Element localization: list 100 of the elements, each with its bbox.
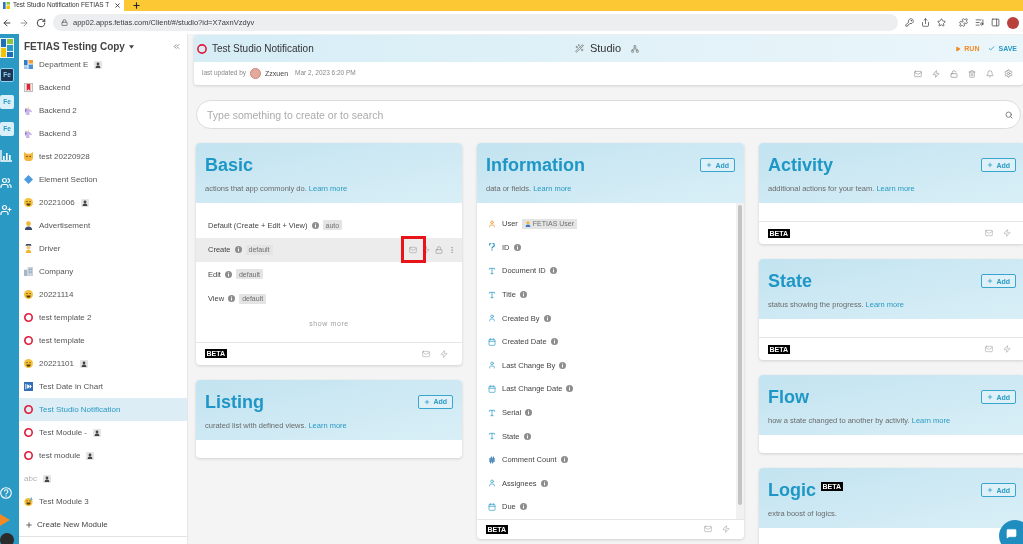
key-icon[interactable] (905, 18, 914, 27)
app-logo[interactable] (0, 38, 14, 58)
sidebar-item[interactable]: Backend 2 (19, 99, 187, 122)
group-icon[interactable] (0, 177, 12, 189)
text-type-icon (488, 290, 496, 299)
grinning-face-icon (24, 290, 33, 299)
star-icon[interactable] (937, 18, 946, 27)
search-field[interactable]: Type something to create or to search (196, 100, 1021, 129)
card-title: Information (486, 156, 585, 174)
question-mark-icon (489, 243, 495, 252)
lock-icon (61, 19, 68, 26)
sidebar-item[interactable]: Test Date in Chart (19, 375, 187, 398)
user-icon (488, 314, 496, 323)
forward-icon[interactable] (19, 17, 29, 28)
network-icon[interactable] (631, 44, 640, 53)
create-module-button[interactable]: Create New Module (19, 513, 187, 536)
ring-icon (24, 451, 33, 460)
card-title: Flow (768, 388, 809, 406)
grinning-face-icon (24, 198, 33, 207)
play-icon (955, 45, 962, 52)
sidebar-item[interactable]: 20221114 (19, 283, 187, 306)
sidebar-item[interactable]: 20221006 (19, 191, 187, 214)
ring-icon (24, 405, 33, 414)
bolt-icon[interactable] (440, 349, 448, 358)
sidebar-item[interactable]: test 20220928 (19, 145, 187, 168)
bell-icon[interactable] (986, 69, 994, 78)
bolt-icon[interactable] (932, 69, 940, 78)
bolt-icon[interactable] (722, 525, 730, 534)
calendar-icon (488, 384, 496, 393)
text-type-icon (488, 432, 496, 441)
user-figure-icon (524, 220, 531, 227)
sidebar-item[interactable]: Department E (19, 53, 187, 76)
bar-chart-icon[interactable] (0, 150, 12, 162)
lock-icon[interactable] (435, 245, 443, 254)
card-title: Listing (205, 392, 264, 411)
sidebar-item[interactable]: Backend 3 (19, 122, 187, 145)
user-icon (488, 219, 496, 228)
add-user-icon[interactable] (0, 204, 12, 216)
lock-icon[interactable] (950, 69, 958, 78)
bookmark-icon (24, 83, 33, 92)
mail-icon[interactable] (914, 69, 922, 78)
user-icon (488, 479, 496, 488)
sidebar-item[interactable]: Driver (19, 237, 187, 260)
sidebar-item[interactable]: test template 2 (19, 306, 187, 329)
back-icon[interactable] (2, 17, 12, 28)
profile-avatar[interactable] (0, 533, 14, 544)
chat-icon (1006, 528, 1017, 539)
playlist-icon[interactable] (975, 18, 984, 27)
search-icon[interactable] (1005, 110, 1013, 119)
bolt-icon[interactable] (422, 245, 430, 254)
plus-icon (706, 162, 713, 168)
collapse-icon[interactable] (172, 42, 181, 51)
new-tab-icon[interactable] (132, 1, 142, 10)
scrollbar-thumb[interactable] (738, 205, 742, 505)
workspace-menu[interactable]: FETIAS Testing Copy (24, 41, 134, 52)
card-title: Logic (768, 481, 816, 499)
side-panel-icon[interactable] (991, 18, 1000, 27)
mail-icon[interactable] (985, 229, 993, 237)
plus-icon (987, 278, 994, 284)
sidebar-item[interactable]: test template (19, 329, 187, 352)
puzzle-icon[interactable] (959, 18, 968, 27)
favicon-icon (3, 2, 10, 9)
check-icon (988, 45, 996, 52)
sidebar-item[interactable]: Test Module 3 (19, 490, 187, 513)
sidebar-item[interactable]: Element Section (19, 168, 187, 191)
sidebar-item[interactable]: Company (19, 260, 187, 283)
mail-icon[interactable] (409, 245, 417, 254)
building-icon (24, 267, 33, 276)
mail-icon[interactable] (704, 525, 712, 534)
sidebar-item[interactable]: test module (19, 444, 187, 467)
unicorn-icon (24, 129, 33, 138)
bolt-icon[interactable] (1003, 229, 1011, 237)
profile-avatar[interactable] (1007, 16, 1019, 29)
sidebar-item[interactable]: Advertisement (19, 214, 187, 237)
ring-icon (197, 43, 207, 54)
help-icon[interactable] (0, 487, 12, 499)
settings-icon[interactable] (1004, 69, 1013, 78)
share-icon[interactable] (921, 18, 930, 27)
ring-icon (24, 313, 33, 322)
mail-icon[interactable] (985, 345, 993, 353)
calendar-icon (488, 337, 496, 346)
ring-icon (24, 336, 33, 345)
trash-icon[interactable] (968, 69, 976, 78)
hash-icon (488, 455, 496, 464)
diamond-icon (24, 175, 33, 184)
sidebar-item[interactable]: 20221101 (19, 352, 187, 375)
text-type-icon (488, 267, 496, 275)
caret-icon (128, 44, 134, 49)
user-icon (488, 361, 496, 370)
sidebar-item[interactable]: Backend (19, 76, 187, 99)
user-avatar (250, 68, 262, 79)
chart-tile-icon (24, 382, 33, 391)
mail-icon[interactable] (422, 349, 430, 358)
reload-icon[interactable] (36, 17, 46, 28)
close-tab-icon[interactable] (114, 2, 122, 9)
sidebar-item[interactable]: Test Module - (19, 421, 187, 444)
bolt-icon[interactable] (1003, 345, 1011, 353)
officer-icon (24, 244, 33, 253)
person-icon (24, 221, 33, 230)
more-icon[interactable] (448, 245, 456, 254)
